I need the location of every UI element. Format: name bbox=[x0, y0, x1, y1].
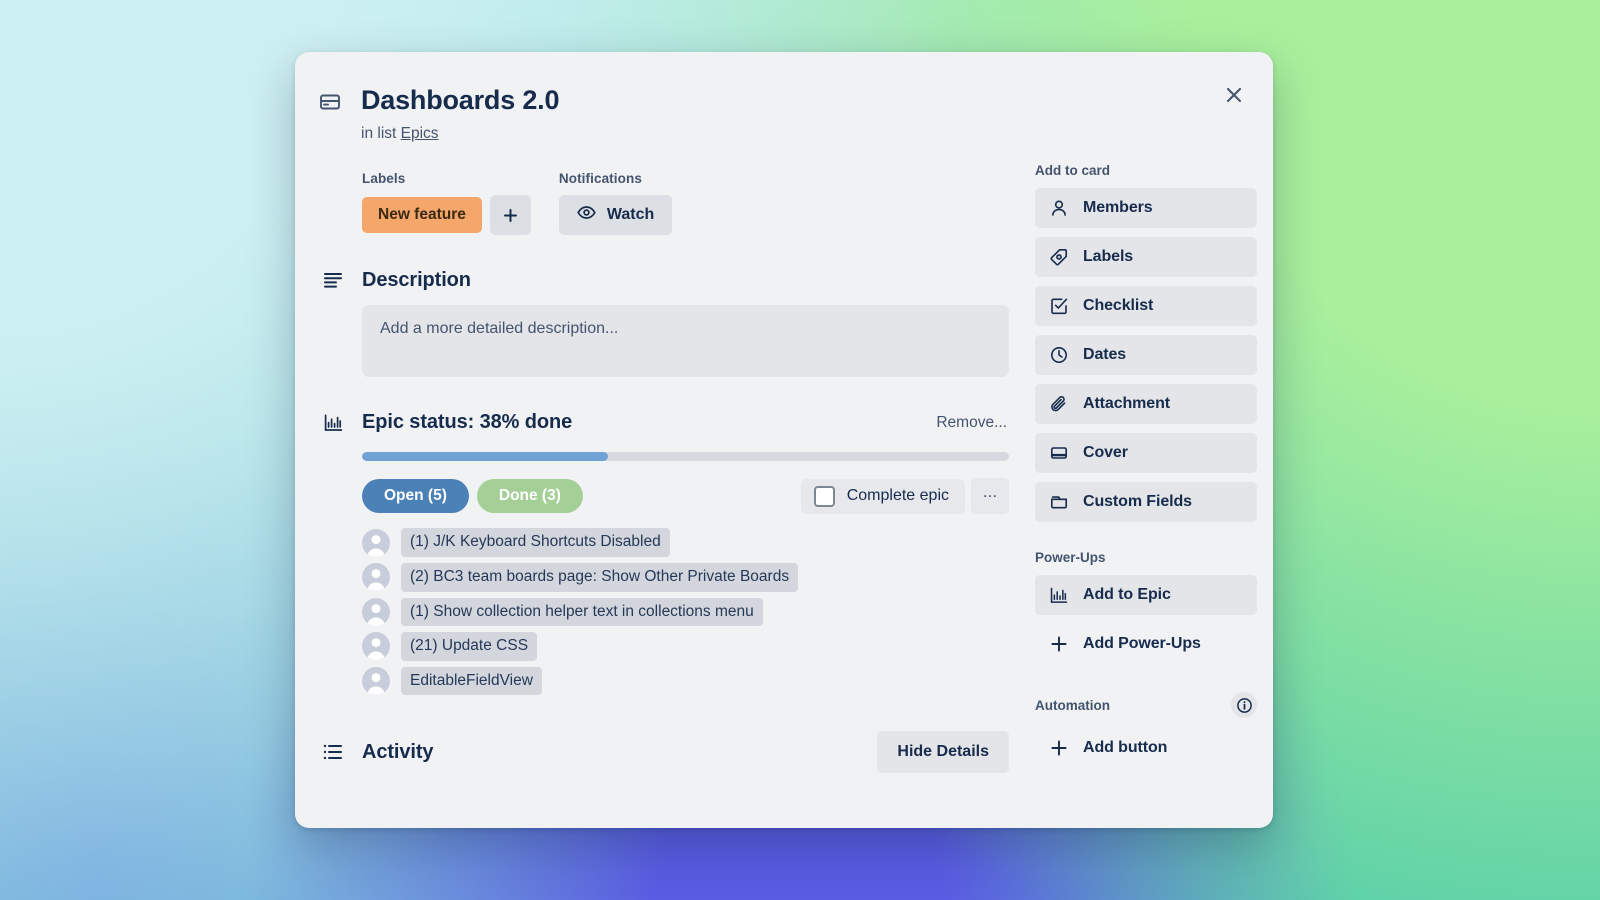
sidebar-item-label: Members bbox=[1083, 199, 1153, 217]
sidebar-item-label: Add button bbox=[1083, 739, 1168, 757]
activity-icon bbox=[319, 744, 347, 760]
automation-heading: Automation bbox=[1035, 697, 1110, 713]
custom-fields-icon bbox=[1049, 493, 1069, 511]
task-row[interactable]: (2) BC3 team boards page: Show Other Pri… bbox=[362, 562, 1009, 592]
sidebar: Add to card Members Labels Checklist Dates A… bbox=[1035, 143, 1257, 777]
epic-status-section: Epic status: 38% done Remove... Open (5)… bbox=[324, 411, 1009, 696]
complete-epic-checkbox[interactable]: Complete epic bbox=[800, 478, 965, 514]
epic-controls: Open (5) Done (3) Complete epic ... bbox=[362, 478, 1009, 515]
sidebar-item-cover[interactable]: Cover bbox=[1035, 433, 1257, 474]
labels-heading: Labels bbox=[362, 171, 406, 187]
task-row[interactable]: (21) Update CSS bbox=[362, 632, 1009, 661]
epic-task-list: (1) J/K Keyboard Shortcuts Disabled (2) B… bbox=[362, 528, 1009, 696]
checkbox-box bbox=[813, 485, 835, 507]
card-body: Labels New feature Notifications Watch D… bbox=[295, 143, 1273, 777]
avatar bbox=[362, 597, 390, 626]
sidebar-item-dates[interactable]: Dates bbox=[1035, 335, 1257, 376]
remove-epic-button[interactable]: Remove... bbox=[936, 414, 1009, 432]
activity-section: Activity Hide Details bbox=[319, 731, 1009, 774]
sidebar-item-label: Dates bbox=[1083, 346, 1127, 364]
task-label: (1) J/K Keyboard Shortcuts Disabled bbox=[401, 528, 670, 557]
cover-icon bbox=[1049, 444, 1069, 462]
automation-heading-row: Automation bbox=[1035, 692, 1257, 719]
main-column: Labels New feature Notifications Watch D… bbox=[319, 143, 1009, 777]
breadcrumb: in list Epics bbox=[361, 125, 559, 143]
avatar bbox=[362, 563, 390, 592]
sidebar-item-label: Custom Fields bbox=[1083, 493, 1192, 511]
complete-epic-label: Complete epic bbox=[846, 487, 949, 505]
description-heading: Description bbox=[362, 269, 471, 292]
bar-chart-icon bbox=[1049, 587, 1069, 604]
task-label: EditableFieldView bbox=[401, 666, 542, 696]
watch-button[interactable]: Watch bbox=[558, 195, 673, 236]
card-header: Dashboards 2.0 in list Epics bbox=[295, 52, 1273, 143]
task-label: (2) BC3 team boards page: Show Other Pri… bbox=[401, 562, 799, 592]
sidebar-item-add-button[interactable]: Add button bbox=[1035, 728, 1257, 768]
card-detail-modal: Dashboards 2.0 in list Epics Labels New … bbox=[295, 52, 1273, 828]
eye-icon bbox=[577, 205, 596, 225]
epic-status-heading: Epic status: 38% done bbox=[362, 411, 573, 434]
bar-chart-icon bbox=[319, 414, 347, 432]
page-title: Dashboards 2.0 bbox=[361, 85, 560, 115]
add-label-button[interactable] bbox=[489, 195, 531, 236]
member-icon bbox=[1049, 199, 1069, 217]
in-list-text: in list bbox=[361, 125, 397, 143]
checklist-icon bbox=[1049, 297, 1069, 315]
label-tag-icon bbox=[1049, 248, 1069, 266]
sidebar-item-label: Attachment bbox=[1083, 395, 1171, 413]
task-label: (1) Show collection helper text in colle… bbox=[401, 597, 763, 627]
sidebar-item-attachment[interactable]: Attachment bbox=[1035, 384, 1257, 425]
labels-block: Labels New feature bbox=[362, 171, 531, 236]
filter-open-pill[interactable]: Open (5) bbox=[362, 479, 469, 514]
sidebar-item-labels[interactable]: Labels bbox=[1035, 237, 1257, 278]
watch-label: Watch bbox=[606, 206, 655, 224]
description-icon bbox=[319, 272, 347, 289]
notifications-heading: Notifications bbox=[558, 171, 642, 187]
power-ups-heading: Power-Ups bbox=[1035, 550, 1106, 566]
description-section: Description Add a more detailed descript… bbox=[324, 269, 1009, 378]
task-row[interactable]: EditableFieldView bbox=[362, 666, 1009, 696]
task-row[interactable]: (1) J/K Keyboard Shortcuts Disabled bbox=[362, 528, 1009, 557]
paperclip-icon bbox=[1049, 395, 1069, 413]
info-icon[interactable] bbox=[1231, 692, 1257, 719]
sidebar-item-label: Add to Epic bbox=[1083, 586, 1171, 604]
sidebar-item-members[interactable]: Members bbox=[1035, 188, 1257, 229]
plus-icon bbox=[1049, 739, 1069, 757]
automation-list: Add button bbox=[1035, 728, 1257, 768]
task-row[interactable]: (1) Show collection helper text in colle… bbox=[362, 597, 1009, 627]
hide-details-button[interactable]: Hide Details bbox=[877, 731, 1009, 774]
label-chip-new-feature[interactable]: New feature bbox=[362, 197, 482, 234]
sidebar-item-add-to-epic[interactable]: Add to Epic bbox=[1035, 575, 1257, 616]
sidebar-item-label: Labels bbox=[1083, 248, 1134, 266]
add-to-card-heading: Add to card bbox=[1035, 163, 1111, 179]
sidebar-item-label: Checklist bbox=[1083, 297, 1154, 315]
activity-heading: Activity bbox=[362, 740, 434, 763]
power-ups-list: Add to Epic Add Power-Ups bbox=[1035, 575, 1257, 664]
add-to-card-list: Members Labels Checklist Dates Attachment Cov… bbox=[1035, 188, 1257, 523]
epic-more-button[interactable]: ... bbox=[971, 478, 1009, 515]
sidebar-item-custom-fields[interactable]: Custom Fields bbox=[1035, 482, 1257, 523]
plus-icon bbox=[1049, 635, 1069, 653]
avatar bbox=[362, 667, 390, 696]
sidebar-item-label: Add Power-Ups bbox=[1083, 635, 1201, 653]
filter-done-pill[interactable]: Done (3) bbox=[476, 479, 583, 514]
task-label: (21) Update CSS bbox=[401, 632, 538, 661]
sidebar-item-checklist[interactable]: Checklist bbox=[1035, 286, 1257, 327]
avatar bbox=[362, 528, 390, 557]
clock-icon bbox=[1049, 346, 1069, 364]
sidebar-item-label: Cover bbox=[1083, 444, 1128, 462]
epic-progress-fill bbox=[362, 452, 608, 462]
card-type-icon bbox=[319, 84, 347, 143]
meta-row: Labels New feature Notifications Watch bbox=[362, 171, 1009, 236]
epic-progress-bar bbox=[362, 452, 1009, 462]
notifications-block: Notifications Watch bbox=[558, 171, 673, 236]
list-link[interactable]: Epics bbox=[401, 125, 439, 142]
description-input[interactable]: Add a more detailed description... bbox=[362, 305, 1009, 378]
avatar bbox=[362, 632, 390, 661]
close-icon[interactable] bbox=[1217, 78, 1251, 112]
sidebar-item-add-power-ups[interactable]: Add Power-Ups bbox=[1035, 624, 1257, 664]
